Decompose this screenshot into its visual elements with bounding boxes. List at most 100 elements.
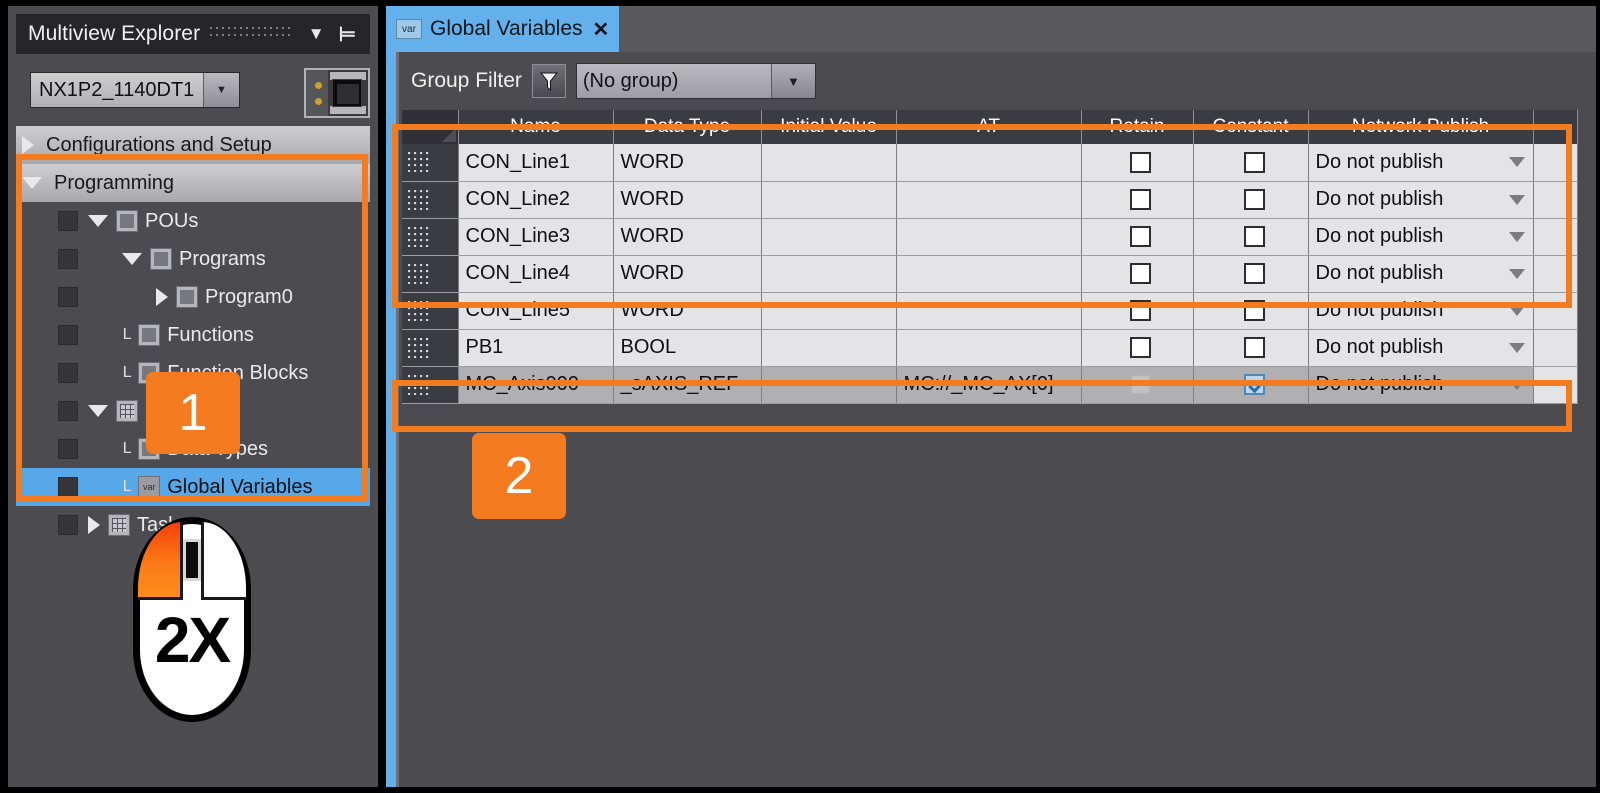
chevron-down-icon[interactable] [88,405,108,417]
chevron-right-icon[interactable] [156,288,168,306]
tree-item-checkbox[interactable] [58,477,78,497]
row-grip-dots[interactable] [408,189,430,210]
table-row[interactable]: CON_Line3 WORD Do not publish [402,218,1578,256]
cell-constant[interactable] [1193,218,1309,256]
table-row[interactable]: PB1 BOOL Do not publish [402,329,1578,367]
chevron-down-icon[interactable] [1508,379,1525,390]
constant-checkbox[interactable] [1243,263,1265,285]
retain-checkbox[interactable] [1130,151,1151,173]
close-icon[interactable]: ✕ [593,17,610,42]
tree-item-checkbox[interactable] [58,363,78,383]
chevron-down-icon[interactable] [1508,342,1525,353]
cell-network-publish[interactable]: Do not publish [1308,329,1534,367]
row-grip-dots[interactable] [408,152,430,172]
cell-at[interactable] [896,255,1082,293]
retain-checkbox[interactable] [1130,263,1151,285]
column-header-name[interactable]: Name [458,110,614,144]
cell-comment[interactable] [1533,144,1578,182]
cell-comment[interactable] [1533,181,1578,219]
tree-item-functions[interactable]: L Functions [16,316,370,354]
column-header-constant[interactable]: Constant [1193,110,1309,144]
tree-item-configurations-and-setup[interactable]: Configurations and Setup [16,126,370,164]
cell-initial-value[interactable] [761,218,897,256]
device-dropdown[interactable]: NX1P2_1140DT1 ▼ [30,72,240,108]
cell-data-type[interactable]: _sAXIS_REF [613,366,762,404]
table-row[interactable]: CON_Line2 WORD Do not publish [402,181,1578,219]
cell-at[interactable] [896,292,1082,330]
cell-retain[interactable] [1081,218,1194,256]
column-header-network-publish[interactable]: Network Publish [1308,110,1534,144]
cell-constant[interactable] [1193,181,1309,219]
column-header-initial-value[interactable]: Initial Value [761,110,897,144]
tree-item-checkbox[interactable] [58,211,78,231]
row-grip-dots[interactable] [408,374,430,395]
cell-retain[interactable] [1081,255,1194,293]
cell-name[interactable]: CON_Line3 [458,218,614,256]
tree-item-program0[interactable]: Program0 [16,278,370,316]
cell-constant[interactable] [1193,144,1309,182]
row-header-grip[interactable] [402,181,459,219]
cell-constant[interactable] [1193,292,1309,330]
tree-item-global-variables[interactable]: L Global Variables [16,468,370,506]
drag-grip-dots[interactable] [210,27,291,41]
table-row[interactable]: CON_Line1 WORD Do not publish [402,144,1578,182]
row-grip-dots[interactable] [408,300,430,321]
tree-item-programs[interactable]: Programs [16,240,370,278]
cell-name[interactable]: CON_Line4 [458,255,614,293]
tree-item-programming[interactable]: Programming [16,164,370,202]
cell-initial-value[interactable] [761,292,897,330]
tree-item-checkbox[interactable] [58,515,78,535]
cell-network-publish[interactable]: Do not publish [1308,144,1534,182]
cell-data-type[interactable]: WORD [613,292,762,330]
cell-constant[interactable] [1193,329,1309,367]
row-header-grip[interactable] [402,218,459,256]
tree-item-checkbox[interactable] [58,439,78,459]
cell-constant[interactable] [1193,366,1309,404]
cell-comment[interactable] [1533,292,1578,330]
chevron-right-icon[interactable] [88,516,100,534]
retain-checkbox[interactable] [1130,300,1151,322]
table-row[interactable]: CON_Line4 WORD Do not publish [402,255,1578,293]
row-header-grip[interactable] [402,292,459,330]
row-header-grip[interactable] [402,144,459,182]
cell-initial-value[interactable] [761,366,897,404]
cell-network-publish[interactable]: Do not publish [1308,181,1534,219]
cell-at[interactable] [896,144,1082,182]
cell-network-publish[interactable]: Do not publish [1308,292,1534,330]
row-header-grip[interactable] [402,329,459,367]
cell-at[interactable] [896,329,1082,367]
filter-funnel-icon[interactable] [531,64,566,98]
chevron-down-icon[interactable] [1508,157,1525,168]
cell-at[interactable] [896,218,1082,256]
cell-network-publish[interactable]: Do not publish [1308,255,1534,293]
row-grip-dots[interactable] [408,337,430,358]
chevron-down-icon[interactable] [122,253,142,265]
column-header-retain[interactable]: Retain [1081,110,1194,144]
cell-data-type[interactable]: WORD [613,255,762,293]
cell-initial-value[interactable] [761,181,897,219]
cell-data-type[interactable]: WORD [613,181,762,219]
constant-checkbox[interactable] [1243,226,1265,248]
tree-item-checkbox[interactable] [58,249,78,269]
cell-name[interactable]: CON_Line5 [458,292,614,330]
chevron-down-icon[interactable]: ▼ [301,24,332,44]
row-grip-dots[interactable] [408,226,430,247]
cell-initial-value[interactable] [761,329,897,367]
cell-retain[interactable] [1081,329,1194,367]
cell-retain[interactable] [1081,292,1194,330]
constant-checkbox[interactable] [1243,189,1265,211]
cell-comment[interactable] [1533,366,1578,404]
cell-data-type[interactable]: WORD [613,144,762,182]
chevron-down-icon[interactable] [1508,268,1525,279]
chevron-down-icon[interactable] [1508,305,1525,316]
row-header-grip[interactable] [402,255,459,293]
row-grip-dots[interactable] [408,263,430,284]
table-row[interactable]: CON_Line5 WORD Do not publish [402,292,1578,330]
cell-name[interactable]: CON_Line2 [458,181,614,219]
chevron-down-icon[interactable] [88,215,108,227]
cell-data-type[interactable]: BOOL [613,329,762,367]
chevron-down-icon[interactable]: ▼ [203,73,239,107]
column-header-data-type[interactable]: Data Type [613,110,762,144]
cell-data-type[interactable]: WORD [613,218,762,256]
cell-at[interactable]: MC://_MC_AX[0] [896,366,1082,404]
